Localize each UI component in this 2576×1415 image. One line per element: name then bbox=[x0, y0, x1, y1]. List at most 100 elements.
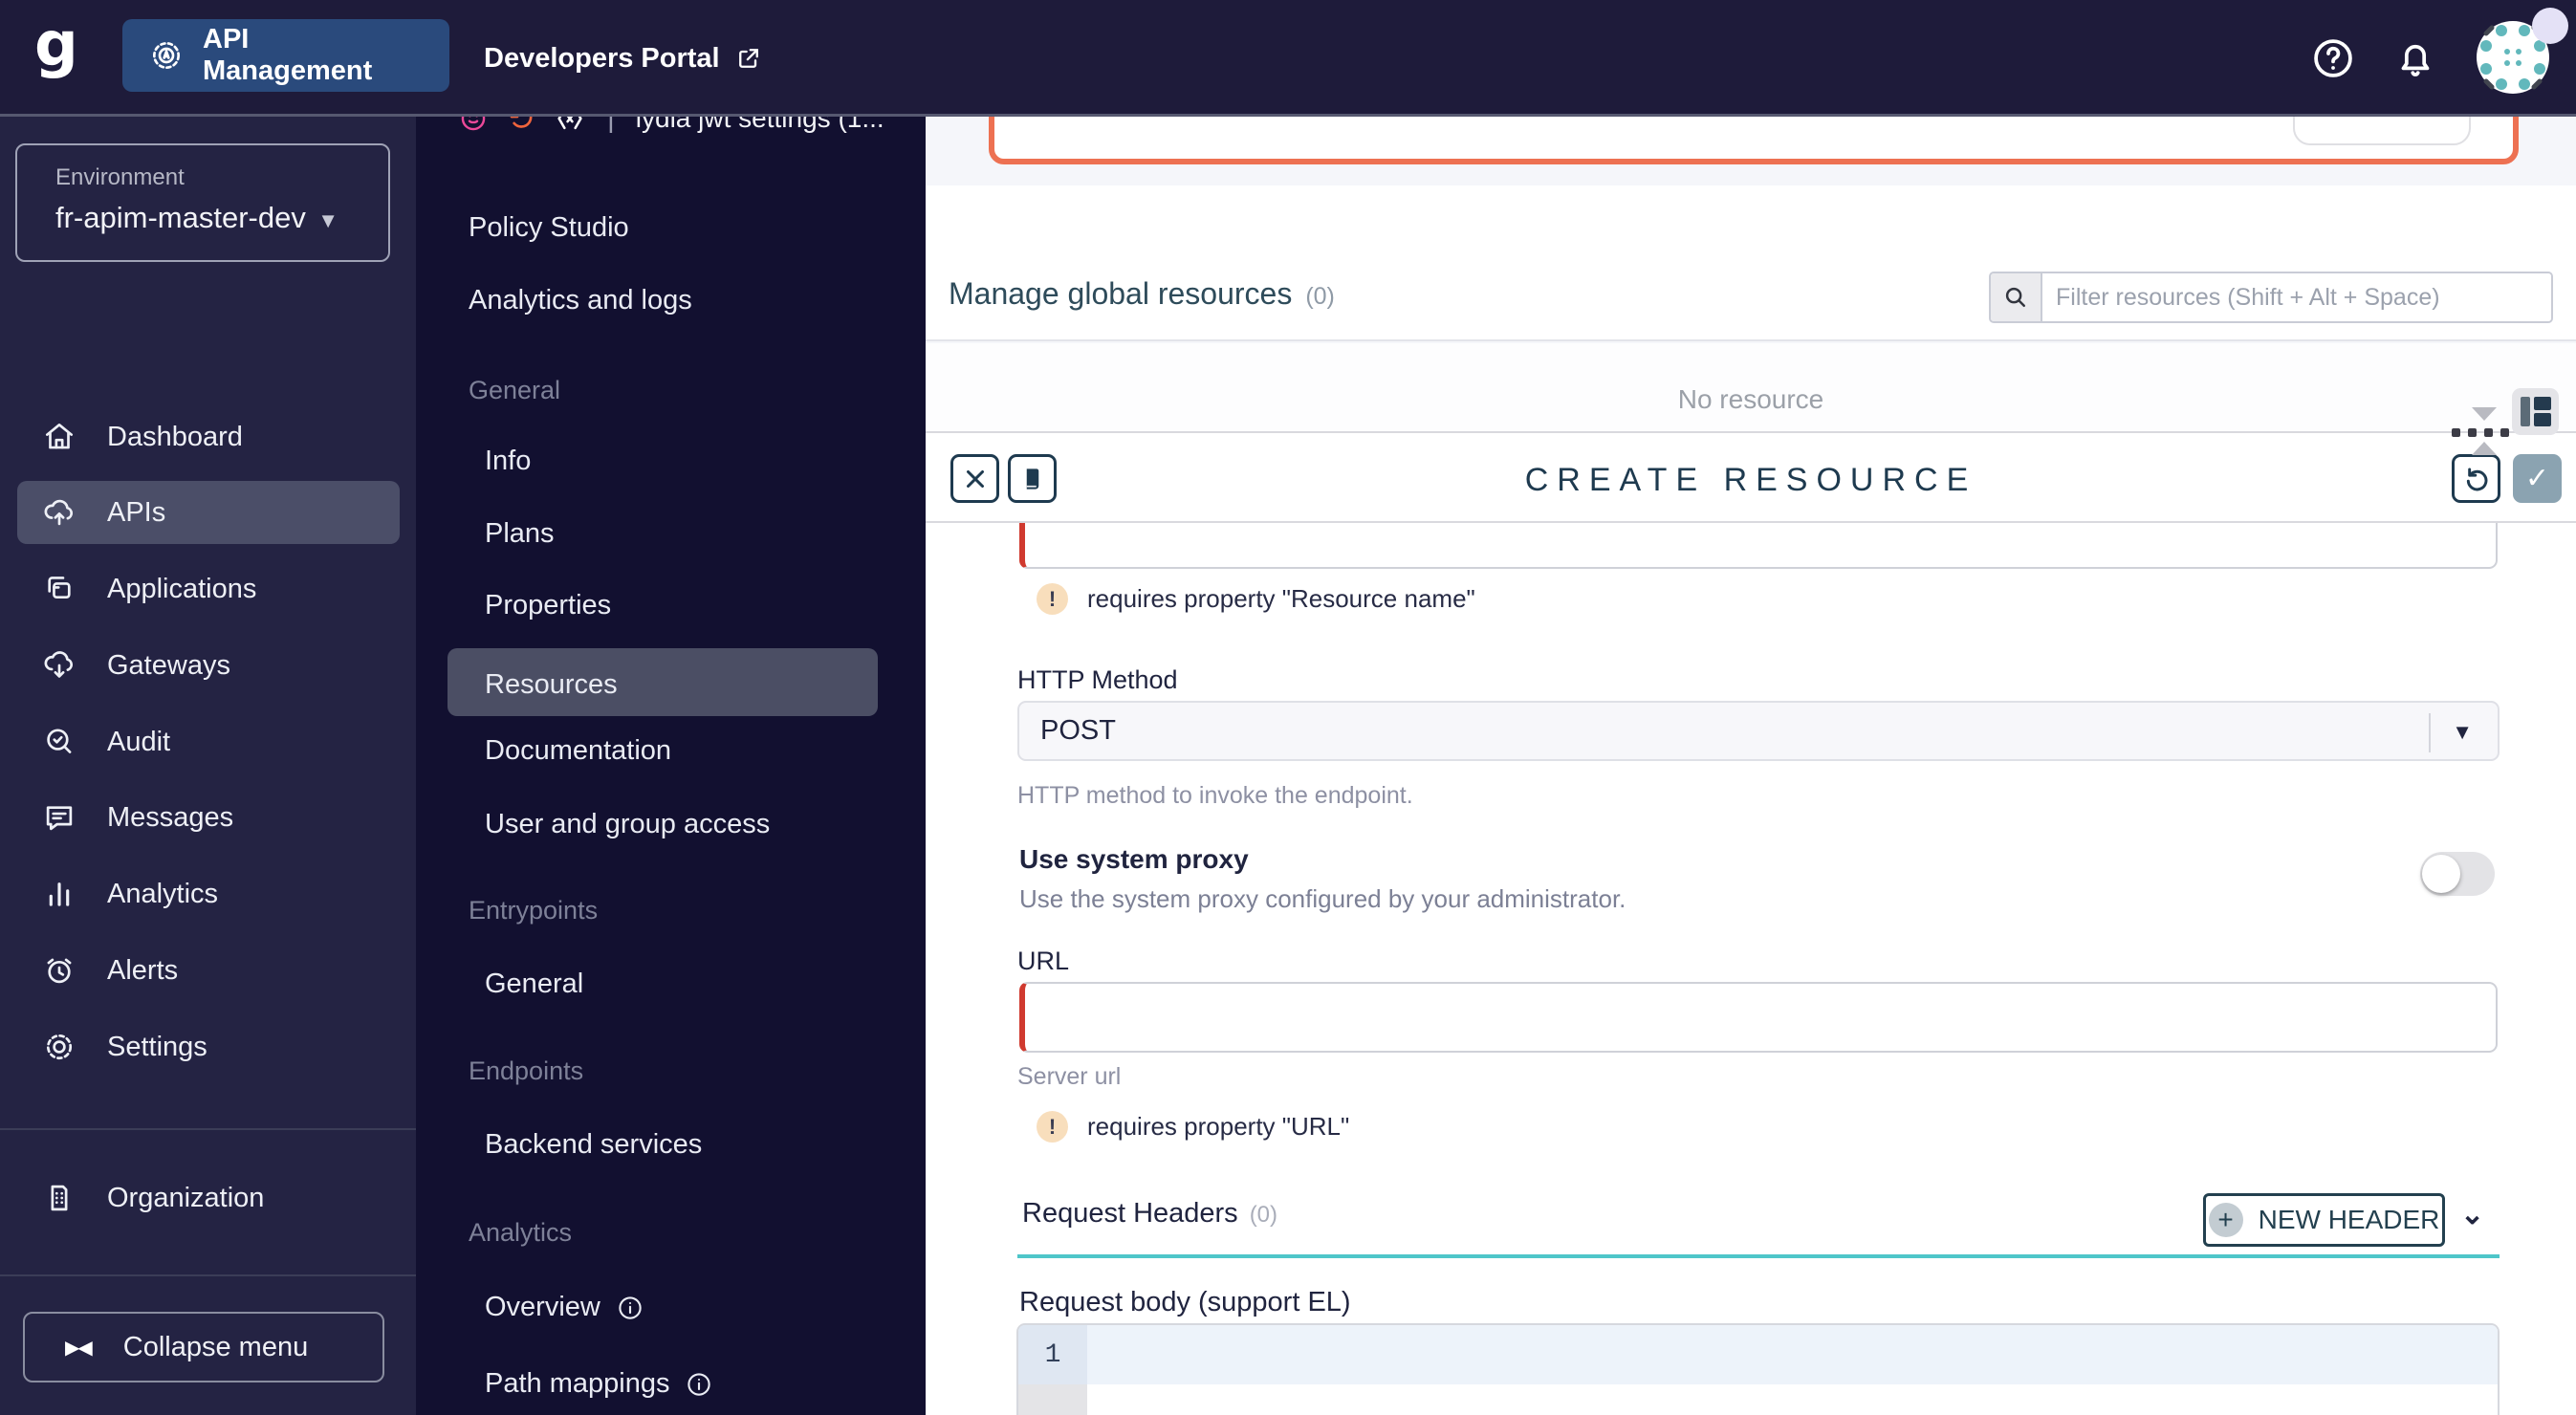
sidebar-item-organization[interactable]: Organization bbox=[17, 1166, 400, 1230]
sidebar-item-settings[interactable]: Settings bbox=[17, 1015, 400, 1078]
url-warning: ! requires property "URL" bbox=[1037, 1111, 1349, 1143]
menu-label: Resources bbox=[485, 669, 618, 700]
http-method-help: HTTP method to invoke the endpoint. bbox=[1017, 782, 1413, 809]
api-menu-backend-services[interactable]: Backend services bbox=[485, 1129, 702, 1161]
environment-select[interactable]: Environment fr-apim-master-dev ▼ bbox=[15, 143, 390, 262]
developers-portal-link[interactable]: Developers Portal bbox=[484, 0, 762, 117]
sidebar-divider bbox=[0, 1128, 416, 1130]
sidebar-item-label: Dashboard bbox=[107, 421, 243, 452]
api-menu-path-mappings[interactable]: Path mappings bbox=[485, 1368, 713, 1400]
card-action-button[interactable] bbox=[2293, 117, 2471, 145]
http-method-select[interactable]: POST ▼ bbox=[1017, 701, 2500, 761]
sidebar-item-analytics[interactable]: Analytics bbox=[17, 862, 400, 925]
menu-label: Policy Studio bbox=[469, 212, 629, 243]
api-menu-user-group-access[interactable]: User and group access bbox=[485, 809, 770, 840]
drag-dots-icon bbox=[2452, 428, 2509, 437]
home-icon bbox=[40, 418, 78, 456]
use-system-proxy-toggle[interactable] bbox=[2420, 852, 2495, 896]
request-body-label: Request body (support EL) bbox=[1019, 1287, 1351, 1317]
sidebar-item-label: Analytics bbox=[107, 878, 219, 909]
help-icon bbox=[2314, 39, 2352, 77]
sidebar-item-dashboard[interactable]: Dashboard bbox=[17, 405, 400, 468]
submit-resource-button[interactable]: ✓ bbox=[2513, 454, 2562, 503]
section-label: Analytics bbox=[469, 1218, 573, 1247]
search-icon-segment bbox=[1991, 273, 2042, 321]
api-menu-overview[interactable]: Overview bbox=[485, 1292, 644, 1323]
sidebar-item-alerts[interactable]: Alerts bbox=[17, 939, 400, 1002]
menu-label: Backend services bbox=[485, 1129, 703, 1160]
api-management-label: API Management bbox=[203, 24, 373, 86]
menu-label: Plans bbox=[485, 518, 555, 549]
editor-active-line[interactable] bbox=[1087, 1325, 2498, 1384]
sidebar-item-label: APIs bbox=[107, 496, 166, 528]
sidebar-item-audit[interactable]: Audit bbox=[17, 710, 400, 773]
editor-gutter: 1 bbox=[1018, 1325, 1087, 1415]
dialog-title: CREATE RESOURCE bbox=[1524, 462, 1977, 498]
cloud-upload-icon bbox=[40, 493, 78, 532]
filter-resources-box bbox=[1989, 272, 2553, 323]
filter-resources-input[interactable] bbox=[2042, 273, 2551, 321]
sidebar-item-messages[interactable]: Messages bbox=[17, 786, 400, 849]
notifications-button[interactable] bbox=[2389, 32, 2442, 85]
layout-icon-row bbox=[2534, 397, 2551, 410]
api-menu-section-general: General bbox=[469, 376, 560, 405]
sidebar-item-gateways[interactable]: Gateways bbox=[17, 634, 400, 697]
api-management-switch[interactable]: API Management bbox=[122, 19, 449, 92]
api-picture-smiley-icon bbox=[461, 117, 486, 131]
use-system-proxy-desc: Use the system proxy configured by your … bbox=[1019, 884, 1626, 913]
api-menu-resources[interactable]: Resources bbox=[485, 669, 618, 701]
sidebar-item-applications[interactable]: Applications bbox=[17, 557, 400, 620]
request-body-editor[interactable]: 1 bbox=[1016, 1323, 2500, 1415]
sidebar-item-apis[interactable]: APIs bbox=[17, 481, 400, 544]
api-menu-documentation[interactable]: Documentation bbox=[485, 735, 671, 767]
audit-magnifier-check-icon bbox=[40, 723, 78, 761]
menu-label: Analytics and logs bbox=[469, 285, 692, 316]
developers-portal-label: Developers Portal bbox=[484, 42, 720, 74]
resize-down-icon bbox=[2472, 407, 2497, 421]
url-label: URL bbox=[1017, 947, 1070, 975]
toggle-panel-layout-button[interactable] bbox=[2512, 388, 2559, 435]
page-title-row: Manage global resources (0) bbox=[949, 276, 1335, 312]
api-menu-policy-studio[interactable]: Policy Studio bbox=[469, 212, 629, 244]
select-divider bbox=[2429, 713, 2431, 752]
chevron-down-icon: ▼ bbox=[2452, 720, 2473, 744]
help-button[interactable] bbox=[2306, 32, 2360, 85]
page-title: Manage global resources bbox=[949, 276, 1293, 311]
chevron-down-icon: ▼ bbox=[317, 208, 338, 232]
sidebar-item-label: Gateways bbox=[107, 649, 230, 681]
api-menu-analytics-and-logs[interactable]: Analytics and logs bbox=[469, 285, 692, 316]
sidebar-item-label: Audit bbox=[107, 726, 171, 757]
sidebar-item-label: Messages bbox=[107, 801, 234, 833]
main-content: Manage global resources (0) No resource … bbox=[926, 117, 2576, 1415]
warning-icon: ! bbox=[1037, 1111, 1068, 1143]
api-menu-general-entrypoints[interactable]: General bbox=[485, 969, 583, 1000]
api-menu-info[interactable]: Info bbox=[485, 446, 531, 477]
api-menu-plans[interactable]: Plans bbox=[485, 518, 555, 550]
plus-icon: + bbox=[2208, 1203, 2243, 1237]
title-separator: | bbox=[607, 117, 615, 134]
headers-expand-chevron[interactable]: ⌄ bbox=[2460, 1198, 2484, 1231]
url-input[interactable] bbox=[1019, 982, 2498, 1053]
panel-resize-handle[interactable] bbox=[2452, 403, 2519, 459]
warning-text: requires property "Resource name" bbox=[1087, 584, 1475, 613]
layout-icon bbox=[2521, 397, 2530, 426]
gear-badge-icon bbox=[147, 36, 186, 75]
cloud-download-icon bbox=[40, 646, 78, 685]
refresh-icon bbox=[2466, 468, 2487, 490]
out-of-sync-icon bbox=[510, 117, 533, 128]
empty-state-text: No resource bbox=[1677, 384, 1824, 414]
api-menu-properties[interactable]: Properties bbox=[485, 590, 611, 621]
api-menu-section-endpoints: Endpoints bbox=[469, 1056, 583, 1086]
resource-name-input[interactable] bbox=[1019, 523, 2498, 569]
api-menu-section-entrypoints: Entrypoints bbox=[469, 896, 598, 925]
api-menu-sidebar: | lydia jwt settings (1... Policy Studio… bbox=[416, 117, 926, 1415]
collapse-menu-button[interactable]: ▶◀ Collapse menu bbox=[23, 1312, 384, 1382]
toggle-knob bbox=[2422, 855, 2460, 893]
menu-label: Documentation bbox=[485, 735, 672, 766]
new-header-button[interactable]: + NEW HEADER bbox=[2203, 1193, 2445, 1247]
reset-form-button[interactable] bbox=[2452, 454, 2500, 503]
menu-label: Overview bbox=[485, 1292, 600, 1322]
copy-windows-icon bbox=[40, 570, 78, 608]
info-icon bbox=[619, 1295, 642, 1319]
sidebar-item-label: Settings bbox=[107, 1031, 207, 1062]
